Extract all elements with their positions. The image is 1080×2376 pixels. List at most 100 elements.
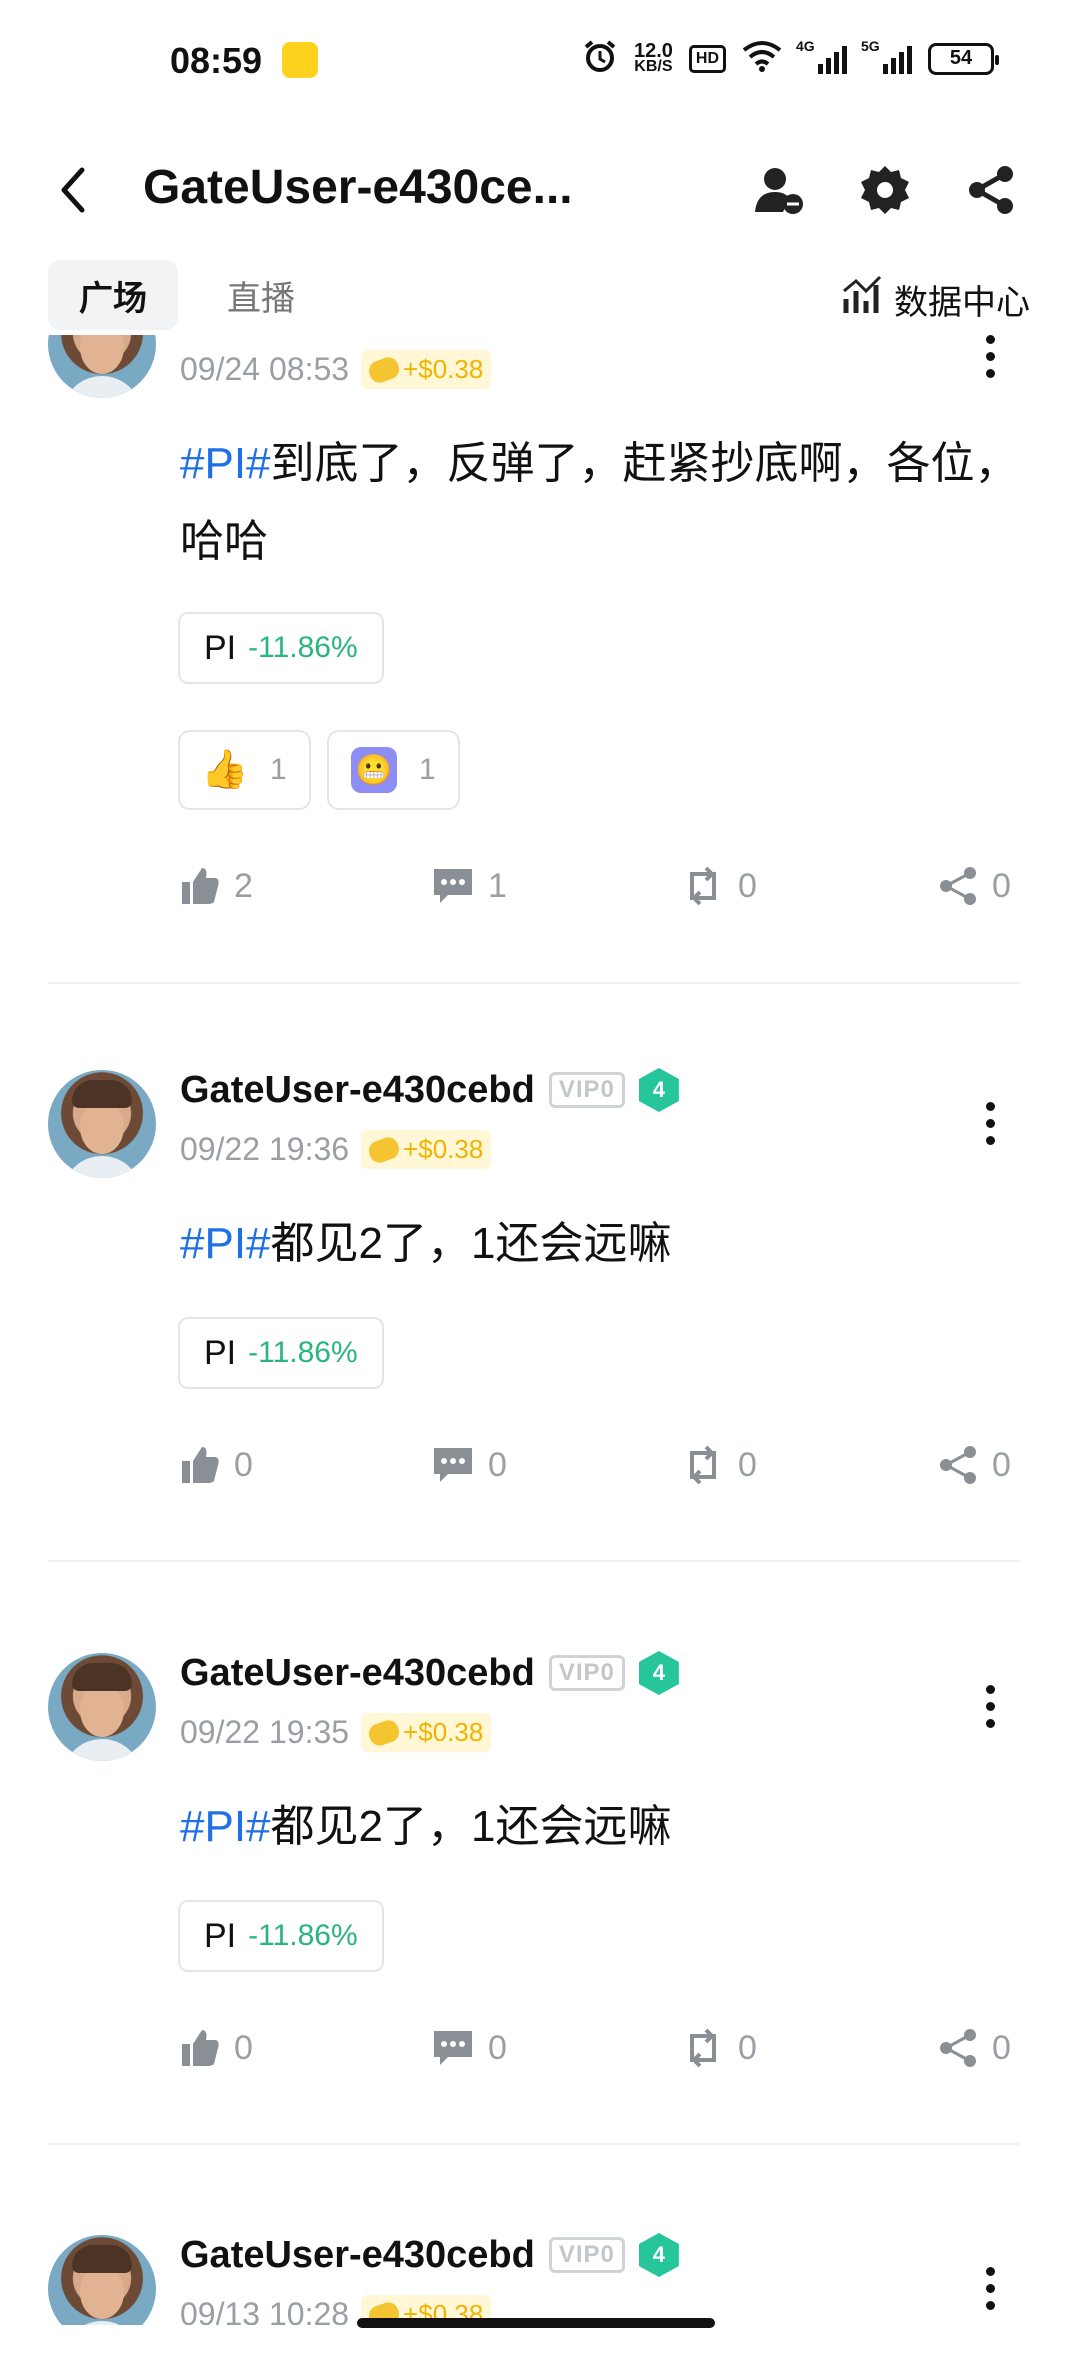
- reaction-count: 1: [270, 753, 287, 786]
- home-indicator[interactable]: [357, 2318, 715, 2328]
- more-options-icon[interactable]: [970, 1676, 1010, 1736]
- price-change: -11.86%: [248, 1919, 358, 1952]
- back-arrow-icon[interactable]: [48, 160, 98, 220]
- post-actions: 0 0 0 0: [180, 1435, 1020, 1495]
- author-row: GateUser-e430cebd VIP0 4: [180, 2233, 679, 2277]
- hd-icon: HD: [688, 44, 726, 73]
- page-title: GateUser-e430ce...: [143, 161, 573, 214]
- data-center-label: 数据中心: [894, 284, 1030, 322]
- user-profile-icon[interactable]: [747, 158, 811, 222]
- chart-icon: [842, 275, 882, 324]
- more-options-icon[interactable]: [970, 2258, 1010, 2318]
- share-icon[interactable]: [960, 158, 1024, 222]
- repost-button[interactable]: 0: [682, 2018, 757, 2078]
- vip-badge: VIP0: [548, 1655, 625, 1691]
- status-time: 08:59: [170, 40, 263, 81]
- comment-button[interactable]: 1: [432, 856, 507, 916]
- wifi-icon: [742, 40, 782, 77]
- like-button[interactable]: 2: [180, 856, 253, 916]
- top-bar: GateUser-e430ce...: [0, 120, 1080, 260]
- tip-badge[interactable]: +$0.38: [361, 1130, 492, 1169]
- level-badge: 4: [638, 1651, 679, 1695]
- username[interactable]: GateUser-e430cebd: [180, 2234, 535, 2277]
- avatar[interactable]: [48, 1070, 156, 1178]
- divider: [48, 2143, 1020, 2145]
- post-meta: 09/22 19:35 +$0.38: [180, 1713, 492, 1752]
- thumbs-up-icon: [182, 1447, 219, 1483]
- divider: [48, 982, 1020, 984]
- tab-live[interactable]: 直播: [196, 260, 326, 330]
- battery-icon: 54: [928, 42, 999, 75]
- post-time: 09/22 19:36: [180, 1131, 350, 1167]
- post-text: #PI#都见2了，1还会远嘛: [180, 1802, 672, 1851]
- share-button[interactable]: 0: [938, 2018, 1011, 2078]
- data-center-link[interactable]: 数据中心: [842, 275, 1030, 324]
- grimace-emoji-icon: 😬: [351, 747, 397, 793]
- coin-chip[interactable]: PI -11.86%: [178, 612, 384, 684]
- comment-button[interactable]: 0: [432, 2018, 507, 2078]
- reaction-chip[interactable]: 👍 1: [178, 730, 311, 810]
- username[interactable]: GateUser-e430cebd: [180, 1069, 535, 1112]
- more-options-icon[interactable]: [970, 335, 1010, 386]
- coin-icon: [366, 354, 402, 385]
- app-notification-icon: [282, 42, 318, 78]
- like-button[interactable]: 0: [180, 1435, 253, 1495]
- network-speed: 12.0 KB/S: [633, 39, 673, 75]
- post-time: 09/22 19:35: [180, 1714, 350, 1750]
- status-bar: 08:59 12.0 KB/S HD 4G 5G 54: [0, 0, 1080, 120]
- username[interactable]: GateUser-e430cebd: [180, 1652, 535, 1695]
- thumbs-up-emoji-icon: 👍: [201, 749, 249, 791]
- reaction-chip[interactable]: 😬 1: [327, 730, 460, 810]
- post-text: #PI#到底了，反弹了，赶紧抄底啊，各位，哈哈: [180, 439, 1019, 566]
- tab-plaza[interactable]: 广场: [48, 260, 178, 330]
- coin-symbol: PI: [204, 1916, 237, 1955]
- share-icon: [940, 2029, 976, 2067]
- author-row: GateUser-e430cebd VIP0 4: [180, 1651, 679, 1695]
- repost-icon: [690, 866, 716, 906]
- repost-icon: [690, 2028, 716, 2068]
- signal-4g-icon: 4G: [796, 38, 847, 74]
- share-button[interactable]: 0: [938, 1435, 1011, 1495]
- author-row: GateUser-e430cebd VIP0 4: [180, 1068, 679, 1112]
- coin-chip[interactable]: PI -11.86%: [178, 1317, 384, 1389]
- coin-symbol: PI: [204, 628, 237, 667]
- repost-button[interactable]: 0: [682, 856, 757, 916]
- hashtag-link[interactable]: #PI#: [180, 1802, 271, 1851]
- hashtag-link[interactable]: #PI#: [180, 439, 271, 488]
- avatar[interactable]: [48, 2235, 156, 2325]
- status-icons: 12.0 KB/S HD 4G 5G 54: [582, 38, 999, 79]
- comment-button[interactable]: 0: [432, 1435, 507, 1495]
- coin-chip[interactable]: PI -11.86%: [178, 1900, 384, 1972]
- thumbs-up-icon: [182, 2030, 219, 2066]
- comment-icon: [434, 1448, 472, 1482]
- vip-badge: VIP0: [548, 2237, 625, 2273]
- price-change: -11.86%: [248, 1336, 358, 1369]
- tip-badge[interactable]: +$0.38: [361, 350, 492, 389]
- reaction-count: 1: [419, 753, 436, 786]
- share-button[interactable]: 0: [938, 856, 1011, 916]
- avatar[interactable]: [48, 1653, 156, 1761]
- settings-gear-icon[interactable]: [853, 158, 917, 222]
- post-text: #PI#都见2了，1还会远嘛: [180, 1219, 672, 1268]
- thumbs-up-icon: [182, 868, 219, 904]
- share-icon: [940, 867, 976, 905]
- repost-button[interactable]: 0: [682, 1435, 757, 1495]
- repost-icon: [690, 1445, 716, 1485]
- post-time: 09/13 10:28: [180, 2296, 350, 2325]
- divider: [48, 1560, 1020, 1562]
- share-icon: [940, 1446, 976, 1484]
- post-feed[interactable]: 09/24 08:53 +$0.38 #PI#到底了，反弹了，赶紧抄底啊，各位，…: [0, 335, 1080, 2325]
- coin-symbol: PI: [204, 1333, 237, 1372]
- comment-icon: [434, 869, 472, 903]
- avatar[interactable]: [48, 335, 156, 398]
- level-badge: 4: [638, 2233, 679, 2277]
- hashtag-link[interactable]: #PI#: [180, 1219, 271, 1268]
- vip-badge: VIP0: [548, 1072, 625, 1108]
- coin-icon: [366, 1717, 402, 1748]
- like-button[interactable]: 0: [180, 2018, 253, 2078]
- comment-icon: [434, 2031, 472, 2065]
- post-actions: 0 0 0 0: [180, 2018, 1020, 2078]
- tip-badge[interactable]: +$0.38: [361, 1713, 492, 1752]
- more-options-icon[interactable]: [970, 1093, 1010, 1153]
- signal-5g-icon: 5G: [861, 38, 912, 74]
